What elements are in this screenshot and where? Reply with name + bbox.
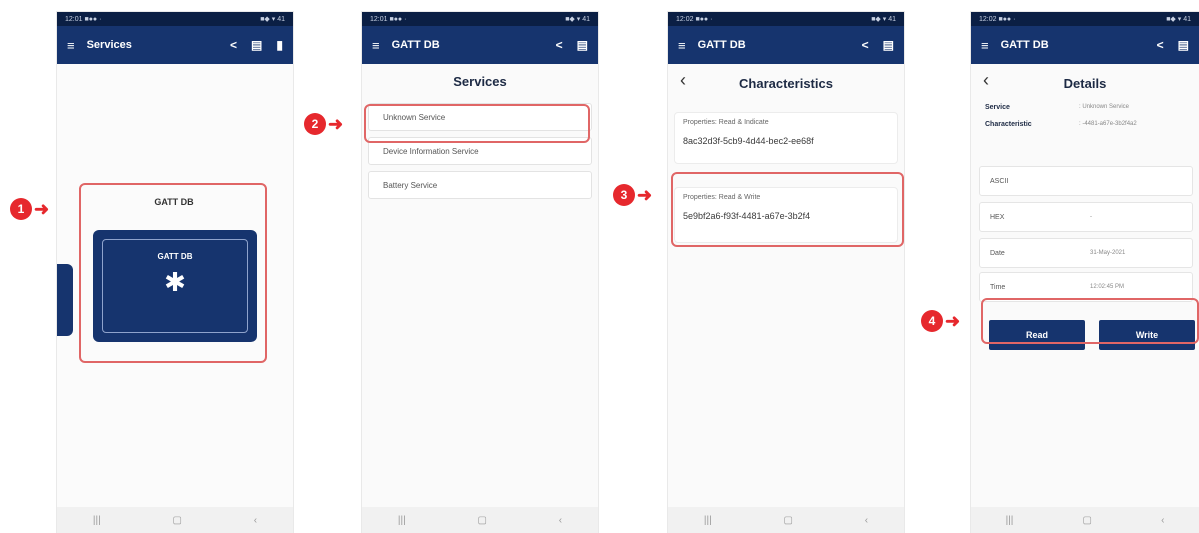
back-nav-icon[interactable]: ‹	[559, 515, 562, 526]
tutorial-stage: 12:01 ■●● · ■◆ ▾ 41 ≡ Services < ▤ ▮ GAT…	[0, 0, 1199, 533]
home-icon[interactable]: ▢	[477, 515, 486, 526]
hamburger-menu-icon[interactable]: ≡	[372, 38, 380, 53]
share-icon[interactable]: <	[1157, 38, 1164, 52]
characteristic-label: Characteristic	[985, 121, 1032, 128]
back-nav-icon[interactable]: ‹	[1161, 515, 1164, 526]
back-arrow-icon[interactable]: ‹	[983, 70, 989, 91]
home-icon[interactable]: ▢	[783, 515, 792, 526]
hamburger-menu-icon[interactable]: ≡	[981, 38, 989, 53]
status-time: 12:01 ■●● ·	[65, 15, 102, 23]
list-icon[interactable]: ▤	[251, 38, 262, 52]
date-label: Date	[990, 249, 1005, 257]
app-bar: ≡ GATT DB < ▤	[668, 26, 904, 64]
status-bar: 12:02 ■●● · ■◆ ▾ 41	[971, 12, 1199, 26]
characteristic-value: : -4481-a67e-3b2f4a2	[1079, 121, 1137, 127]
appbar-title: Services	[86, 39, 132, 51]
home-icon[interactable]: ▢	[1082, 515, 1091, 526]
hex-value: -	[1090, 214, 1092, 220]
share-icon[interactable]: <	[556, 38, 563, 52]
step-marker-4: 4 ➜	[921, 310, 960, 332]
right-arrow-icon: ➜	[328, 114, 344, 134]
service-label: Service	[985, 104, 1010, 111]
app-bar: ≡ Services < ▤ ▮	[57, 26, 293, 64]
date-value: 31-May-2021	[1090, 250, 1126, 256]
phone-gatt-services-screen: 12:01 ■●● · ■◆ ▾ 41 ≡ GATT DB < ▤ Servic…	[362, 12, 598, 533]
appbar-title: GATT DB	[1000, 39, 1049, 51]
step-number: 4	[921, 310, 943, 332]
phone-details-screen: 12:02 ■●● · ■◆ ▾ 41 ≡ GATT DB < ▤ ‹ Deta…	[971, 12, 1199, 533]
share-icon[interactable]: <	[230, 38, 237, 52]
phone-characteristics-screen: 12:02 ■●● · ■◆ ▾ 41 ≡ GATT DB < ▤ ‹ Char…	[668, 12, 904, 533]
ascii-label: ASCII	[990, 177, 1009, 185]
step-marker-3: 3 ➜	[613, 184, 652, 206]
page-title: Services	[453, 74, 507, 89]
delete-icon[interactable]: ▮	[276, 38, 283, 52]
hex-row[interactable]: HEX -	[979, 202, 1193, 232]
recent-apps-icon[interactable]: |||	[93, 515, 101, 526]
hex-label: HEX	[990, 213, 1005, 221]
status-bar: 12:01 ■●● · ■◆ ▾ 41	[57, 12, 293, 26]
appbar-title: GATT DB	[391, 39, 440, 51]
recent-apps-icon[interactable]: |||	[398, 515, 406, 526]
list-icon[interactable]: ▤	[883, 38, 894, 52]
status-time: 12:01 ■●● ·	[370, 15, 407, 23]
system-nav-bar: ||| ▢ ‹	[971, 507, 1199, 533]
app-bar: ≡ GATT DB < ▤	[362, 26, 598, 64]
characteristics-content: ‹ Characteristics Properties: Read & Ind…	[668, 64, 904, 507]
home-icon[interactable]: ▢	[172, 515, 181, 526]
status-time: 12:02 ■●● ·	[676, 15, 713, 23]
status-icons: ■◆ ▾ 41	[1166, 16, 1191, 23]
appbar-title: GATT DB	[697, 39, 746, 51]
status-icons: ■◆ ▾ 41	[871, 16, 896, 23]
characteristic-uuid: 8ac32d3f-5cb9-4d44-bec2-ee68f	[683, 136, 814, 146]
right-arrow-icon: ➜	[945, 311, 961, 331]
list-icon[interactable]: ▤	[577, 38, 588, 52]
page-title: Characteristics	[739, 76, 833, 91]
characteristic-item[interactable]: Properties: Read & Indicate 8ac32d3f-5cb…	[674, 112, 898, 164]
details-content: ‹ Details Service : Unknown Service Char…	[971, 64, 1199, 507]
hamburger-menu-icon[interactable]: ≡	[678, 38, 686, 53]
ascii-row[interactable]: ASCII	[979, 166, 1193, 196]
status-bar: 12:02 ■●● · ■◆ ▾ 41	[668, 12, 904, 26]
step-marker-1: 1 ➜	[10, 198, 49, 220]
share-icon[interactable]: <	[862, 38, 869, 52]
status-icons: ■◆ ▾ 41	[260, 16, 285, 23]
status-bar: 12:01 ■●● · ■◆ ▾ 41	[362, 12, 598, 26]
status-time: 12:02 ■●● ·	[979, 15, 1016, 23]
step-number: 2	[304, 113, 326, 135]
service-item-battery[interactable]: Battery Service	[368, 171, 592, 199]
step-number: 1	[10, 198, 32, 220]
highlight-read-write-characteristic	[671, 172, 904, 247]
highlight-read-write-buttons	[981, 298, 1199, 344]
back-nav-icon[interactable]: ‹	[254, 515, 257, 526]
time-value: 12:02:45 PM	[1090, 284, 1125, 290]
date-row: Date 31-May-2021	[979, 238, 1193, 268]
status-icons: ■◆ ▾ 41	[565, 16, 590, 23]
back-nav-icon[interactable]: ‹	[865, 515, 868, 526]
page-title: Details	[1063, 76, 1107, 91]
side-card-edge[interactable]	[57, 264, 73, 336]
hamburger-menu-icon[interactable]: ≡	[67, 38, 75, 53]
right-arrow-icon: ➜	[637, 185, 653, 205]
highlight-unknown-service	[364, 104, 590, 143]
system-nav-bar: ||| ▢ ‹	[57, 507, 293, 533]
system-nav-bar: ||| ▢ ‹	[668, 507, 904, 533]
back-arrow-icon[interactable]: ‹	[680, 70, 686, 91]
right-arrow-icon: ➜	[34, 199, 50, 219]
step-marker-2: 2 ➜	[304, 113, 343, 135]
highlight-gatt-card	[79, 183, 267, 363]
recent-apps-icon[interactable]: |||	[1006, 515, 1014, 526]
service-value: : Unknown Service	[1079, 104, 1130, 110]
time-label: Time	[990, 283, 1006, 291]
recent-apps-icon[interactable]: |||	[704, 515, 712, 526]
step-number: 3	[613, 184, 635, 206]
system-nav-bar: ||| ▢ ‹	[362, 507, 598, 533]
list-icon[interactable]: ▤	[1178, 38, 1189, 52]
characteristic-properties: Properties: Read & Indicate	[683, 119, 769, 126]
app-bar: ≡ GATT DB < ▤	[971, 26, 1199, 64]
